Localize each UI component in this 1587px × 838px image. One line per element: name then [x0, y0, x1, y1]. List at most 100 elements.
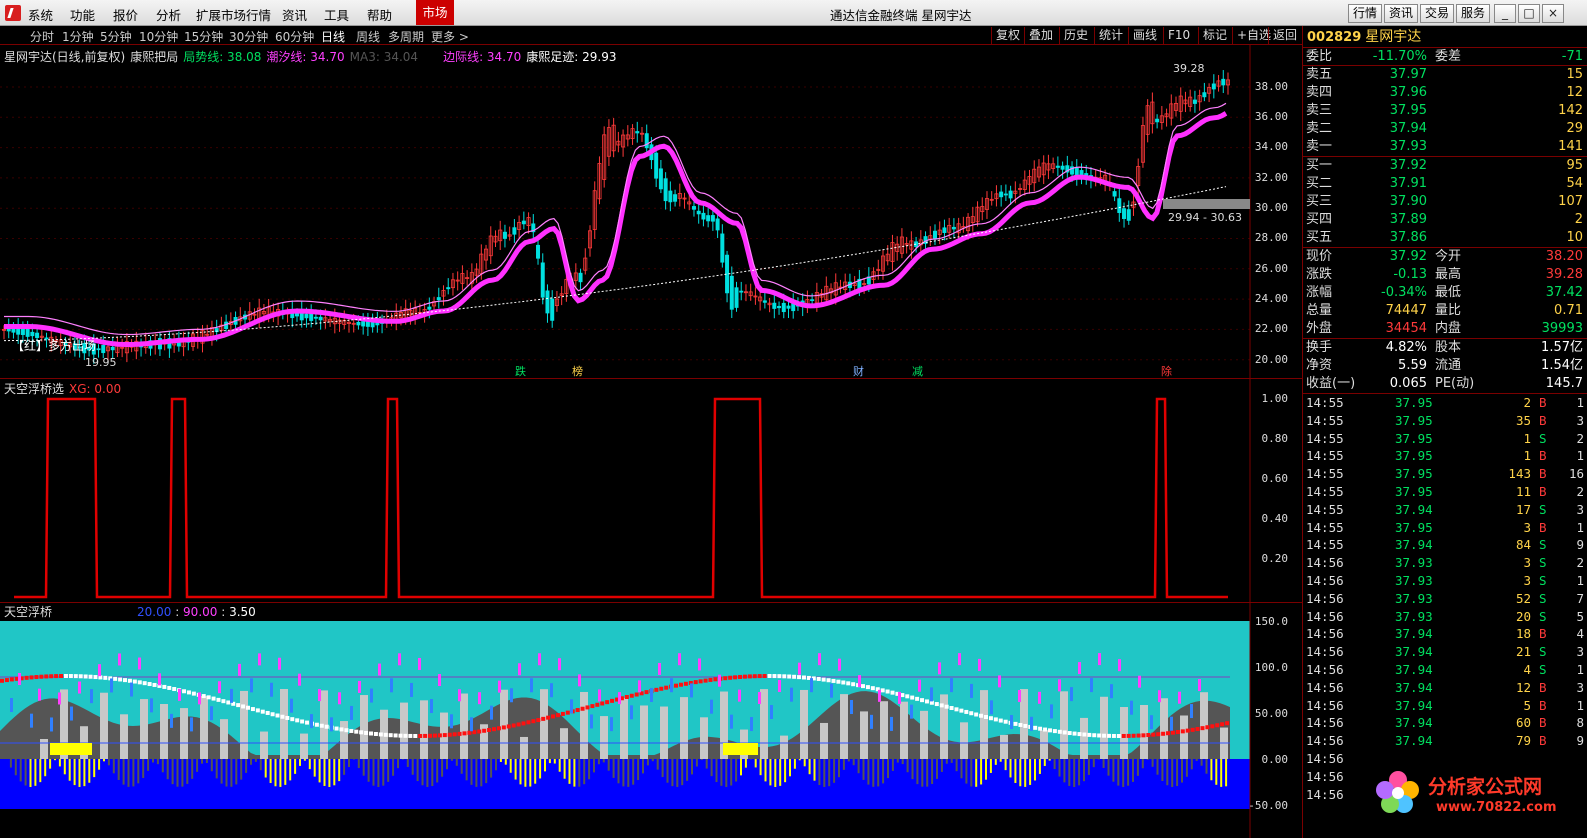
- light-bar: [460, 693, 468, 759]
- stat-label: 涨跌: [1306, 267, 1333, 282]
- quote-button[interactable]: 行情: [1348, 4, 1382, 23]
- tick-list[interactable]: 14:55 37.95 2 B 1 14:55 37.95 35 B 3 14:55 37.95 1 S 2…: [1303, 394, 1587, 803]
- curve-dot: [1038, 726, 1043, 731]
- period-intraday[interactable]: 分时: [30, 28, 54, 45]
- curve-dot: [1121, 733, 1126, 738]
- curve-dot: [841, 680, 846, 685]
- service-button[interactable]: 服务: [1456, 4, 1490, 23]
- tool-mark[interactable]: 标记: [1198, 27, 1231, 44]
- bottom-spike: [1014, 759, 1017, 783]
- menu-analysis[interactable]: 分析: [156, 5, 181, 24]
- bottom-spike: [480, 759, 483, 787]
- bottom-spike: [514, 759, 517, 780]
- info-button[interactable]: 资讯: [1384, 4, 1418, 23]
- curve-dot: [984, 714, 988, 719]
- menu-quote[interactable]: 报价: [113, 5, 138, 24]
- bottom-spike: [519, 759, 522, 785]
- bottom-spike: [205, 759, 208, 764]
- trade-button[interactable]: 交易: [1420, 4, 1454, 23]
- magenta-dash: [898, 691, 901, 704]
- bottom-spike: [931, 759, 934, 784]
- curve-dot: [487, 727, 492, 732]
- stat-row: 涨幅 -0.34% 最低 37.42: [1303, 284, 1587, 302]
- tool-overlay[interactable]: 叠加: [1024, 27, 1057, 44]
- bottom-spike: [1092, 759, 1095, 768]
- magenta-dash: [558, 658, 561, 671]
- menu-info[interactable]: 资讯: [282, 5, 307, 24]
- candle-body: [1202, 92, 1207, 98]
- bottom-spike: [627, 759, 630, 787]
- magenta-dash: [138, 657, 141, 670]
- bottom-spike: [857, 759, 860, 774]
- period-15min[interactable]: 15分钟: [184, 28, 223, 45]
- sub-chart-2[interactable]: 天空浮桥 20.00 : 90.00 : 3.50 150.0 100.0 50.…: [0, 603, 1302, 838]
- curve-dot: [1225, 721, 1230, 726]
- main-chart-pane[interactable]: 星网宇达(日线,前复权) 康熙把局 局势线: 38.08 潮汐线: 34.70 MA3:…: [0, 45, 1302, 379]
- close-icon[interactable]: ×: [1542, 4, 1564, 23]
- blue-dash: [950, 678, 953, 693]
- quote-panel: 002829 星网宇达 委比 -11.70% 委差 -71 卖五 37.97 15 卖四…: [1302, 26, 1587, 838]
- bottom-spike: [284, 759, 287, 785]
- curve-dot: [1170, 730, 1175, 735]
- menu-tools[interactable]: 工具: [324, 5, 349, 24]
- menu-ext-market[interactable]: 扩展市场行情: [196, 5, 271, 24]
- tool-stats[interactable]: 统计: [1094, 27, 1127, 44]
- event-tag[interactable]: 减: [912, 363, 923, 379]
- bottom-spike: [539, 759, 542, 779]
- sub-chart-1[interactable]: 天空浮桥选 XG: 0.00 1.00 0.80 0.60 0.40 0.20: [0, 379, 1302, 603]
- tide-line-label: 潮汐线: 34.70: [266, 50, 345, 64]
- bottom-spike: [1205, 759, 1208, 774]
- tool-f10[interactable]: F10: [1163, 27, 1194, 44]
- menu-function[interactable]: 功能: [70, 5, 95, 24]
- tool-back[interactable]: 返回: [1268, 27, 1301, 44]
- bottom-spike: [793, 759, 796, 769]
- period-30min[interactable]: 30分钟: [229, 28, 268, 45]
- minimize-icon[interactable]: _: [1494, 4, 1516, 23]
- period-60min[interactable]: 60分钟: [275, 28, 314, 45]
- period-5min[interactable]: 5分钟: [100, 28, 132, 45]
- curve-dot: [595, 702, 600, 707]
- fund-value: 4.82%: [1385, 340, 1427, 355]
- tick-time: 14:55: [1306, 466, 1344, 482]
- curve-dot: [526, 720, 531, 725]
- period-10min[interactable]: 10分钟: [139, 28, 178, 45]
- period-weekly[interactable]: 周线: [356, 28, 380, 45]
- curve-dot: [270, 712, 275, 717]
- tool-adjust[interactable]: 复权: [991, 27, 1024, 44]
- tool-draw[interactable]: 画线: [1128, 27, 1161, 44]
- light-bar: [640, 705, 648, 759]
- bottom-spike: [147, 759, 150, 771]
- event-tag[interactable]: 跌: [515, 363, 526, 379]
- event-tag[interactable]: 除: [1161, 363, 1172, 379]
- tick-row: 14:56 37.94 79 B 9: [1303, 732, 1587, 750]
- curve-dot: [1111, 733, 1116, 738]
- period-more[interactable]: 更多 >: [431, 28, 469, 45]
- event-tag[interactable]: 榜: [572, 363, 583, 379]
- period-multi[interactable]: 多周期: [388, 28, 424, 45]
- y-tick: -50.00: [1248, 799, 1288, 812]
- menu-help[interactable]: 帮助: [367, 5, 392, 24]
- bottom-spike: [68, 759, 71, 781]
- maximize-icon[interactable]: □: [1518, 4, 1540, 23]
- magenta-dash: [258, 653, 261, 666]
- bottom-spike: [1073, 759, 1076, 787]
- curve-dot: [1067, 731, 1072, 736]
- tick-row: 14:55 37.95 2 B 1: [1303, 394, 1587, 412]
- bottom-spike: [676, 759, 679, 787]
- curve-dot: [1151, 732, 1156, 737]
- tool-history[interactable]: 历史: [1059, 27, 1092, 44]
- stat-label: 最低: [1435, 285, 1462, 300]
- curve-dot: [969, 711, 974, 716]
- menu-system[interactable]: 系统: [28, 5, 53, 24]
- period-daily[interactable]: 日线: [321, 28, 345, 45]
- y-tick: 100.0: [1254, 661, 1288, 674]
- bottom-spike: [107, 759, 110, 766]
- magenta-dash: [1018, 690, 1021, 703]
- magenta-dash: [1058, 679, 1061, 692]
- event-tag[interactable]: 财: [853, 363, 864, 379]
- candle-body: [502, 231, 507, 239]
- market-tab[interactable]: 市场: [416, 0, 454, 25]
- tick-row: 14:55 37.95 3 B 1: [1303, 519, 1587, 537]
- period-1min[interactable]: 1分钟: [62, 28, 94, 45]
- tick-volume: 21: [1515, 644, 1531, 660]
